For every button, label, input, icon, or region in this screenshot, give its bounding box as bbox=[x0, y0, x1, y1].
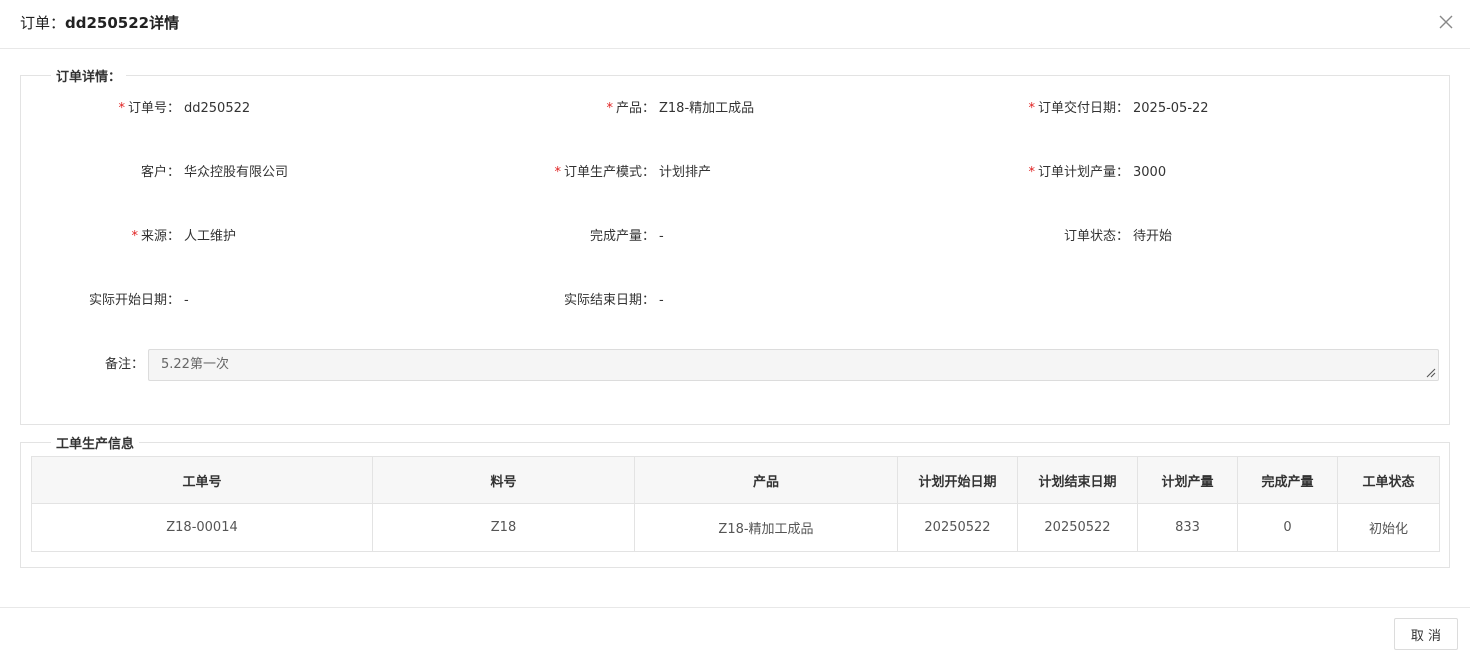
source-label: 来源： bbox=[140, 229, 180, 244]
order-no-label: 订单号： bbox=[127, 101, 180, 116]
field-completed-qty: 完成产量： bbox=[500, 227, 655, 247]
planned-qty-label: 订单计划产量： bbox=[1037, 165, 1129, 180]
table-cell: 833 bbox=[1137, 503, 1238, 552]
required-mark: * bbox=[606, 101, 613, 116]
customer-value: 华众控股有限公司 bbox=[184, 165, 289, 180]
table-cell: 20250522 bbox=[1017, 503, 1138, 552]
order-status-value: 待开始 bbox=[1133, 229, 1173, 244]
field-planned-qty: * 订单计划产量： bbox=[960, 163, 1129, 183]
required-mark: * bbox=[118, 101, 125, 116]
required-mark: * bbox=[1028, 165, 1035, 180]
table-cell: 初始化 bbox=[1337, 503, 1440, 552]
title-order-detail: dd250522详情 bbox=[65, 14, 180, 32]
column-header: 工单号 bbox=[31, 456, 373, 504]
column-header: 料号 bbox=[372, 456, 635, 504]
column-header: 计划开始日期 bbox=[897, 456, 1018, 504]
table-cell: Z18-00014 bbox=[31, 503, 373, 552]
dialog-footer: 取 消 bbox=[0, 607, 1470, 658]
product-value: Z18-精加工成品 bbox=[659, 101, 755, 116]
table-cell: Z18-精加工成品 bbox=[634, 503, 898, 552]
close-icon[interactable] bbox=[1437, 13, 1455, 31]
work-order-table: 工单号 料号 产品 计划开始日期 计划结束日期 计划产量 完成产量 工单状态 Z… bbox=[31, 456, 1440, 552]
actual-end-value: - bbox=[659, 293, 664, 308]
column-header: 计划结束日期 bbox=[1017, 456, 1138, 504]
column-header: 完成产量 bbox=[1237, 456, 1338, 504]
required-mark: * bbox=[554, 165, 561, 180]
resize-handle-icon[interactable] bbox=[1426, 368, 1436, 378]
work-order-legend: 工单生产信息 bbox=[56, 437, 135, 452]
field-actual-start: 实际开始日期： bbox=[20, 291, 180, 311]
field-remark: 备注： bbox=[20, 355, 144, 375]
completed-qty-value: - bbox=[659, 229, 664, 244]
actual-start-label: 实际开始日期： bbox=[88, 293, 180, 308]
required-mark: * bbox=[1028, 101, 1035, 116]
field-order-no: * 订单号： bbox=[20, 99, 180, 119]
delivery-date-value: 2025-05-22 bbox=[1133, 101, 1209, 116]
planned-qty-value: 3000 bbox=[1133, 165, 1167, 180]
table-cell: Z18 bbox=[372, 503, 635, 552]
table-row[interactable]: Z18-00014 Z18 Z18-精加工成品 20250522 2025052… bbox=[31, 503, 1440, 552]
production-mode-value: 计划排产 bbox=[659, 165, 712, 180]
table-cell: 0 bbox=[1237, 503, 1338, 552]
field-delivery-date: * 订单交付日期： bbox=[960, 99, 1129, 119]
cancel-button[interactable]: 取 消 bbox=[1394, 618, 1458, 650]
title-prefix: 订单： bbox=[20, 14, 66, 32]
column-header: 产品 bbox=[634, 456, 898, 504]
table-header-row: 工单号 料号 产品 计划开始日期 计划结束日期 计划产量 完成产量 工单状态 bbox=[31, 456, 1440, 504]
dialog-title: 订单：dd250522详情 bbox=[20, 12, 179, 33]
field-production-mode: * 订单生产模式： bbox=[500, 163, 655, 183]
source-value: 人工维护 bbox=[184, 229, 237, 244]
customer-label: 客户： bbox=[140, 165, 180, 180]
field-product: * 产品： bbox=[500, 99, 655, 119]
remark-value: 5.22第一次 bbox=[161, 357, 229, 372]
column-header: 工单状态 bbox=[1337, 456, 1440, 504]
delivery-date-label: 订单交付日期： bbox=[1037, 101, 1129, 116]
field-customer: 客户： bbox=[20, 163, 180, 183]
required-mark: * bbox=[131, 229, 138, 244]
field-actual-end: 实际结束日期： bbox=[500, 291, 655, 311]
field-source: * 来源： bbox=[20, 227, 180, 247]
production-mode-label: 订单生产模式： bbox=[563, 165, 655, 180]
column-header: 计划产量 bbox=[1137, 456, 1238, 504]
order-status-label: 订单状态： bbox=[1063, 229, 1129, 244]
field-order-status: 订单状态： bbox=[960, 227, 1129, 247]
remark-label: 备注： bbox=[104, 357, 144, 372]
dialog-header: 订单：dd250522详情 bbox=[0, 0, 1470, 49]
actual-start-value: - bbox=[184, 293, 189, 308]
order-details-legend: 订单详情： bbox=[56, 70, 122, 85]
order-no-value: dd250522 bbox=[184, 101, 251, 116]
product-label: 产品： bbox=[615, 101, 655, 116]
remark-textarea[interactable]: 5.22第一次 bbox=[148, 349, 1439, 381]
actual-end-label: 实际结束日期： bbox=[563, 293, 655, 308]
completed-qty-label: 完成产量： bbox=[589, 229, 655, 244]
table-cell: 20250522 bbox=[897, 503, 1018, 552]
